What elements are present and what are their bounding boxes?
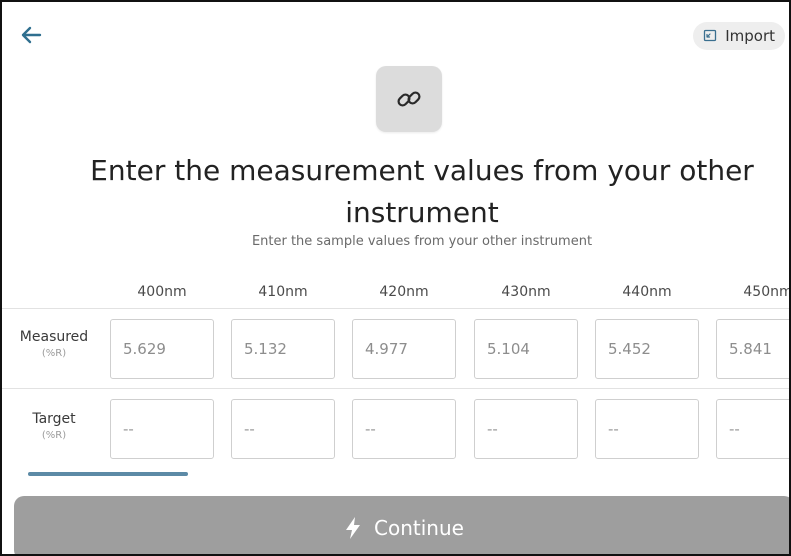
import-button[interactable]: Import	[693, 22, 785, 50]
link-icon	[397, 91, 421, 107]
target-row-label: Target (%R)	[2, 411, 106, 441]
back-arrow-icon	[21, 26, 42, 44]
wavelength-header: 420nm	[379, 284, 429, 300]
import-icon	[703, 29, 717, 43]
horizontal-scrollbar[interactable]	[28, 472, 188, 476]
wavelength-header: 440nm	[622, 284, 672, 300]
measured-row-label: Measured (%R)	[2, 329, 106, 359]
measured-input[interactable]	[474, 319, 578, 379]
page-subtitle: Enter the sample values from your other …	[251, 234, 593, 249]
wavelength-header: 450nm	[743, 284, 791, 300]
target-input[interactable]	[352, 399, 456, 459]
continue-label: Continue	[374, 516, 464, 540]
link-tile	[376, 66, 442, 132]
measured-label: Measured	[19, 329, 89, 345]
measured-input[interactable]	[716, 319, 789, 379]
lightning-icon	[344, 516, 362, 540]
target-input[interactable]	[110, 399, 214, 459]
target-unit: (%R)	[41, 430, 67, 441]
page-title: Enter the measurement values from your o…	[90, 154, 754, 229]
target-input[interactable]	[474, 399, 578, 459]
measured-unit: (%R)	[41, 348, 67, 359]
measured-input[interactable]	[595, 319, 699, 379]
screen: Import Enter the measurement values from…	[0, 0, 791, 556]
continue-button[interactable]: Continue	[14, 496, 789, 554]
wavelength-header: 430nm	[501, 284, 551, 300]
target-input[interactable]	[716, 399, 789, 459]
measured-input[interactable]	[231, 319, 335, 379]
measured-row: Measured (%R)	[2, 308, 789, 387]
wavelength-header: 400nm	[137, 284, 187, 300]
target-row: Target (%R)	[2, 388, 789, 467]
back-button[interactable]	[16, 20, 46, 50]
wavelength-header-row: 400nm 410nm 420nm 430nm 440nm 450nm	[2, 284, 791, 304]
target-input[interactable]	[595, 399, 699, 459]
measured-input[interactable]	[110, 319, 214, 379]
target-label: Target	[32, 411, 76, 427]
target-input[interactable]	[231, 399, 335, 459]
measured-input[interactable]	[352, 319, 456, 379]
import-label: Import	[725, 27, 775, 45]
wavelength-header: 410nm	[258, 284, 308, 300]
